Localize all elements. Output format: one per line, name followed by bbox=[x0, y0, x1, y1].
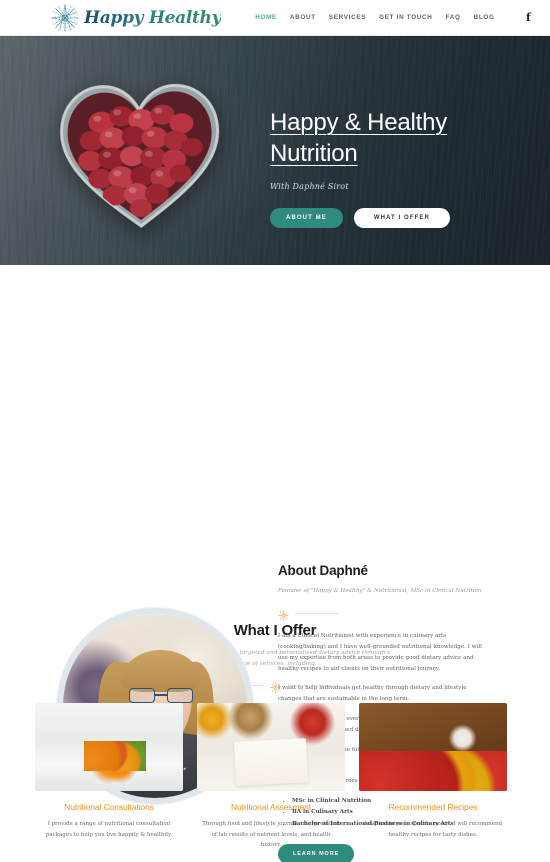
hero-subtitle: With Daphné Sirot bbox=[270, 182, 349, 192]
hero-section: Happy & Healthy Nutrition With Daphné Si… bbox=[0, 36, 550, 265]
starburst-mandala-icon bbox=[50, 3, 80, 33]
logo-text: Happy Healthy bbox=[84, 7, 222, 28]
about-subtitle: Founder of "Happy & Healthy" & Nutrition… bbox=[278, 588, 482, 594]
about-paragraph: I want to help individuals get healthy t… bbox=[278, 685, 467, 703]
service-card-image bbox=[359, 703, 507, 792]
nav-item-get-in-touch[interactable]: GET IN TOUCH bbox=[379, 14, 432, 21]
about-title: About Daphné bbox=[278, 563, 368, 578]
degrees-list: MSc in Clinical Nutrition BA in Culinary… bbox=[278, 796, 486, 831]
hero-content: Happy & Healthy Nutrition With Daphné Si… bbox=[270, 108, 530, 229]
service-card-title: Nutritional Consultations bbox=[64, 802, 154, 813]
about-section: About Daphné Founder of "Happy & Healthy… bbox=[0, 265, 550, 862]
nav-item-about[interactable]: ABOUT bbox=[290, 14, 316, 21]
main-nav: HOME ABOUT SERVICES GET IN TOUCH FAQ BLO… bbox=[255, 14, 494, 21]
service-card-description: I provide a range of nutritional consult… bbox=[45, 821, 173, 838]
hero-buttons: ABOUT ME WHAT I OFFER bbox=[270, 208, 530, 229]
list-item: BA in Culinary Arts bbox=[292, 807, 486, 819]
service-card-consultations[interactable]: Nutritional Consultations I provide a ra… bbox=[35, 703, 183, 850]
about-me-button[interactable]: ABOUT ME bbox=[270, 208, 343, 229]
page-root: Happy Healthy HOME ABOUT SERVICES GET IN… bbox=[0, 0, 550, 862]
heart-pomegranate-image bbox=[55, 77, 226, 232]
sun-icon bbox=[278, 608, 289, 621]
what-i-offer-button[interactable]: WHAT I OFFER bbox=[353, 208, 450, 229]
divider-line bbox=[295, 612, 339, 614]
portrait-glasses bbox=[129, 688, 193, 703]
facebook-icon[interactable]: f bbox=[523, 11, 534, 24]
about-divider bbox=[278, 608, 486, 621]
learn-more-button[interactable]: LEARN MORE bbox=[278, 843, 355, 862]
nav-item-faq[interactable]: FAQ bbox=[446, 14, 461, 21]
portrait-hair-top bbox=[121, 650, 201, 692]
nav-item-services[interactable]: SERVICES bbox=[329, 14, 366, 21]
hero-title: Happy & Healthy Nutrition bbox=[270, 109, 448, 167]
logo[interactable]: Happy Healthy bbox=[50, 3, 222, 33]
service-card-image bbox=[35, 703, 183, 792]
about-paragraph: I am a Clinical Nutritionist with experi… bbox=[278, 632, 482, 672]
list-item: MSc in Clinical Nutrition bbox=[292, 796, 486, 808]
nav-item-blog[interactable]: BLOG bbox=[474, 14, 495, 21]
site-header: Happy Healthy HOME ABOUT SERVICES GET IN… bbox=[0, 0, 550, 36]
list-item: Bachelor of International Business in Cu… bbox=[292, 819, 486, 831]
nav-item-home[interactable]: HOME bbox=[255, 14, 277, 21]
service-card-image bbox=[197, 703, 345, 792]
